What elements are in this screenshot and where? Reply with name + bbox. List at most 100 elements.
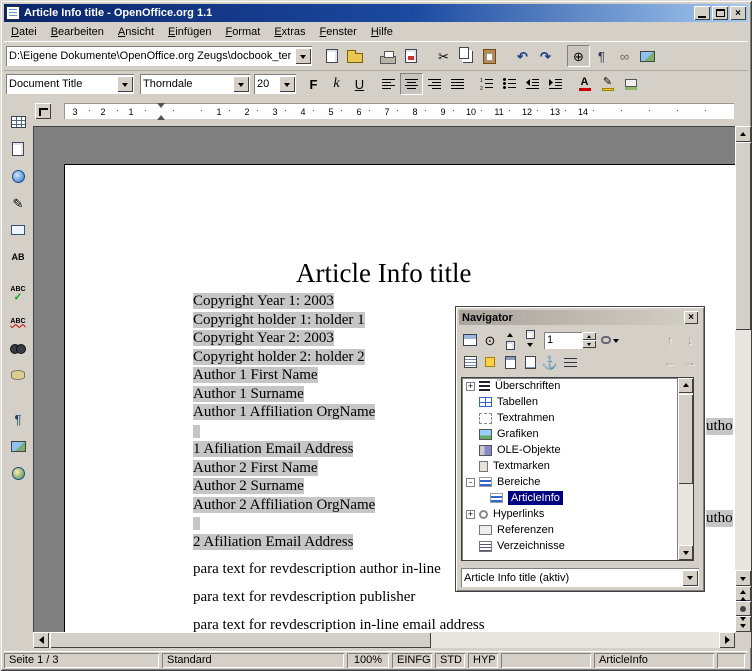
menu-bearbeiten[interactable]: Bearbeiten bbox=[44, 24, 111, 40]
style-dropdown-button[interactable] bbox=[117, 76, 133, 92]
tree-item-textmarken[interactable]: Textmarken bbox=[462, 458, 693, 474]
minimize-button[interactable] bbox=[694, 6, 710, 20]
navigation-button[interactable]: ⊙ bbox=[480, 331, 500, 350]
menu-einfuegen[interactable]: Einfügen bbox=[161, 24, 218, 40]
print-button[interactable] bbox=[376, 45, 399, 67]
hyperlink-dialog-button[interactable]: ∞ bbox=[613, 45, 636, 67]
align-center-button[interactable] bbox=[400, 73, 423, 95]
tree-item-tabellen[interactable]: Tabellen bbox=[462, 394, 693, 410]
spellcheck-button[interactable]: ABC✓ bbox=[6, 282, 30, 306]
url-dropdown-button[interactable] bbox=[295, 48, 311, 64]
navigator-close-button[interactable]: × bbox=[684, 311, 698, 324]
footer-button[interactable] bbox=[520, 353, 540, 372]
vscroll-thumb[interactable] bbox=[735, 142, 751, 330]
set-reminder-button[interactable] bbox=[480, 353, 500, 372]
numbering-button[interactable]: 12 bbox=[475, 73, 498, 95]
paragraph-style-combo[interactable]: Document Title bbox=[6, 74, 134, 94]
gallery-button[interactable] bbox=[636, 45, 659, 67]
status-hyperlink-mode[interactable]: HYP bbox=[468, 653, 498, 668]
scroll-left-button[interactable] bbox=[33, 632, 49, 648]
tree-item-bereiche[interactable]: - Bereiche bbox=[462, 474, 693, 490]
status-selection-mode[interactable]: STD bbox=[435, 653, 465, 668]
horizontal-scrollbar[interactable] bbox=[33, 632, 735, 648]
text-fragment[interactable]: utho bbox=[706, 418, 733, 435]
paragraph-line[interactable]: para text for revdescription in-line ema… bbox=[193, 607, 733, 632]
undo-button[interactable]: ↶ bbox=[511, 45, 534, 67]
align-left-button[interactable] bbox=[377, 73, 400, 95]
auto-spellcheck-button[interactable]: ABC bbox=[6, 309, 30, 333]
outline-level-button[interactable] bbox=[560, 353, 580, 372]
menu-fenster[interactable]: Fenster bbox=[313, 24, 364, 40]
tab-stop-selector[interactable] bbox=[35, 103, 51, 119]
form-functions-button[interactable] bbox=[6, 218, 30, 242]
underline-button[interactable]: U bbox=[348, 73, 371, 95]
status-insert-mode[interactable]: EINFG bbox=[392, 653, 432, 668]
header-button[interactable] bbox=[500, 353, 520, 372]
demote-level-button[interactable]: → bbox=[680, 353, 700, 372]
nonprinting-characters-button[interactable]: ¶ bbox=[6, 407, 30, 431]
status-zoom[interactable]: 100% bbox=[347, 653, 389, 668]
tree-item-hyperlinks[interactable]: + Hyperlinks bbox=[462, 506, 693, 522]
menu-format[interactable]: Format bbox=[218, 24, 267, 40]
maximize-button[interactable] bbox=[712, 6, 728, 20]
stylist-button[interactable]: ¶ bbox=[590, 45, 613, 67]
navigation-toolbox-button[interactable] bbox=[735, 601, 751, 616]
tree-item-referenzen[interactable]: Referenzen bbox=[462, 522, 693, 538]
spin-down-button[interactable] bbox=[582, 340, 596, 348]
scroll-down-button[interactable] bbox=[678, 545, 693, 560]
decrease-indent-button[interactable] bbox=[521, 73, 544, 95]
scroll-up-button[interactable] bbox=[678, 378, 693, 393]
bold-button[interactable]: F bbox=[302, 73, 325, 95]
font-dropdown-button[interactable] bbox=[233, 76, 249, 92]
spin-up-button[interactable] bbox=[582, 332, 596, 340]
menu-ansicht[interactable]: Ansicht bbox=[111, 24, 161, 40]
hscroll-thumb[interactable] bbox=[50, 632, 431, 648]
italic-button[interactable]: k bbox=[325, 73, 348, 95]
size-dropdown-button[interactable] bbox=[279, 76, 295, 92]
document-title-text[interactable]: Article Info title bbox=[296, 258, 471, 289]
highlighting-button[interactable]: ✎ bbox=[596, 73, 619, 95]
align-justify-button[interactable] bbox=[446, 73, 469, 95]
tree-item-textrahmen[interactable]: Textrahmen bbox=[462, 410, 693, 426]
documents-dropdown-button[interactable] bbox=[682, 570, 698, 586]
menu-hilfe[interactable]: Hilfe bbox=[364, 24, 400, 40]
toggle-button[interactable] bbox=[460, 331, 480, 350]
content-view-button[interactable] bbox=[460, 353, 480, 372]
left-indent-marker[interactable] bbox=[157, 111, 165, 120]
url-input[interactable] bbox=[9, 50, 291, 62]
status-page-style[interactable]: Standard bbox=[162, 653, 344, 668]
font-name-combo[interactable]: Thorndale bbox=[140, 74, 250, 94]
menu-datei[interactable]: Datei bbox=[4, 24, 44, 40]
tree-scrollbar[interactable] bbox=[677, 378, 693, 560]
insert-fields-button[interactable] bbox=[6, 137, 30, 161]
font-color-button[interactable]: A bbox=[573, 73, 596, 95]
draw-functions-button[interactable]: ✎ bbox=[6, 191, 30, 215]
bullets-button[interactable] bbox=[498, 73, 521, 95]
open-button[interactable] bbox=[343, 45, 366, 67]
find-replace-button[interactable] bbox=[6, 336, 30, 360]
navigator-button[interactable]: ⊕ bbox=[567, 45, 590, 67]
scrollbar-thumb[interactable] bbox=[678, 394, 693, 484]
tree-item-grafiken[interactable]: Grafiken bbox=[462, 426, 693, 442]
tree-item-articleinfo[interactable]: ArticleInfo bbox=[462, 490, 693, 506]
paste-button[interactable] bbox=[478, 45, 501, 67]
next-page-nav-button[interactable] bbox=[735, 616, 751, 632]
page-number-value[interactable]: 1 bbox=[544, 332, 582, 349]
status-page[interactable]: Seite 1 / 3 bbox=[4, 653, 159, 668]
insert-objects-button[interactable] bbox=[6, 164, 30, 188]
previous-page-button[interactable] bbox=[500, 331, 520, 350]
export-pdf-button[interactable] bbox=[399, 45, 422, 67]
promote-chapter-button[interactable]: ↑ bbox=[660, 331, 680, 350]
drag-mode-button[interactable] bbox=[600, 331, 620, 350]
scroll-down-button[interactable] bbox=[735, 570, 751, 586]
tree-item-ole-objekte[interactable]: OLE-Objekte bbox=[462, 442, 693, 458]
menu-extras[interactable]: Extras bbox=[267, 24, 312, 40]
online-layout-button[interactable] bbox=[6, 461, 30, 485]
next-page-button[interactable] bbox=[520, 331, 540, 350]
close-button[interactable]: × bbox=[730, 6, 746, 20]
tree-item-ueberschriften[interactable]: + Überschriften bbox=[462, 378, 693, 394]
vertical-scrollbar[interactable] bbox=[735, 126, 751, 632]
copy-button[interactable] bbox=[455, 45, 478, 67]
tree-item-verzeichnisse[interactable]: Verzeichnisse bbox=[462, 538, 693, 554]
promote-level-button[interactable]: ← bbox=[660, 353, 680, 372]
